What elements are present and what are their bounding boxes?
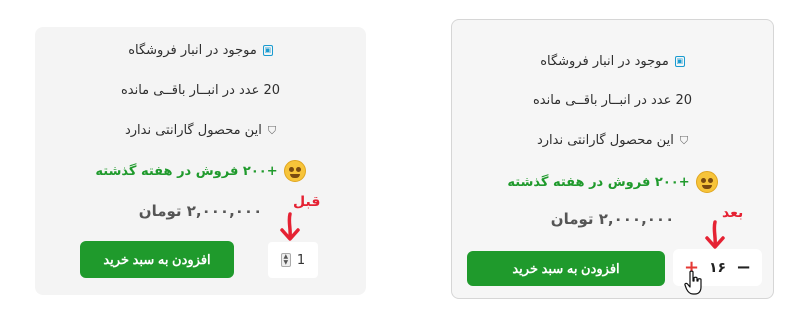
- comparison-stage: ▣ موجود در انبار فروشگاه 20 عدد در انبــ…: [0, 0, 800, 322]
- sales-row: +۲۰۰ فروش در هفته گذشته: [35, 160, 366, 182]
- shield-icon: ⛉: [679, 134, 689, 147]
- stock-label: موجود در انبار فروشگاه: [128, 43, 257, 58]
- sales-label: +۲۰۰ فروش در هفته گذشته: [95, 163, 278, 179]
- minus-button[interactable]: −: [736, 257, 751, 278]
- red-down-arrow-icon: [280, 212, 300, 241]
- remaining-row: 20 عدد در انبــار باقــی مانده: [35, 83, 366, 98]
- warranty-row: ⛉ این محصول گارانتی ندارد: [452, 133, 773, 148]
- stock-label: موجود در انبار فروشگاه: [540, 54, 669, 69]
- stock-status-row: ▣ موجود در انبار فروشگاه: [452, 54, 773, 69]
- shield-icon: ⛉: [267, 124, 277, 137]
- add-to-cart-button[interactable]: افزودن به سبد خرید: [467, 251, 665, 286]
- price-label: ۲,۰۰۰,۰۰۰ تومان: [138, 202, 263, 220]
- before-annotation: قبل: [293, 194, 321, 210]
- star-struck-emoji-icon: [283, 160, 306, 182]
- star-struck-emoji-icon: [695, 171, 718, 193]
- add-to-cart-button[interactable]: افزودن به سبد خرید: [80, 241, 234, 278]
- quantity-stepper-before[interactable]: ▲ ▼ 1: [268, 242, 318, 278]
- quantity-value: 1: [296, 252, 306, 268]
- quantity-value[interactable]: ۱۶: [709, 260, 726, 276]
- hand-pointer-icon: [684, 270, 702, 295]
- after-annotation: بعد: [722, 205, 744, 221]
- remaining-row: 20 عدد در انبــار باقــی مانده: [452, 93, 773, 108]
- stock-status-row: ▣ موجود در انبار فروشگاه: [35, 43, 366, 58]
- sales-label: +۲۰۰ فروش در هفته گذشته: [507, 174, 690, 190]
- price-label: ۲,۰۰۰,۰۰۰ تومان: [550, 210, 675, 228]
- warranty-label: این محصول گارانتی ندارد: [124, 123, 262, 138]
- red-down-arrow-icon: [705, 220, 725, 249]
- store-icon: ▣: [674, 56, 685, 67]
- store-icon: ▣: [262, 45, 273, 56]
- warranty-label: این محصول گارانتی ندارد: [536, 133, 674, 148]
- sales-row: +۲۰۰ فروش در هفته گذشته: [452, 171, 773, 193]
- remaining-label: 20 عدد در انبــار باقــی مانده: [120, 83, 281, 98]
- number-spinner-icon[interactable]: ▲ ▼: [280, 253, 291, 267]
- remaining-label: 20 عدد در انبــار باقــی مانده: [532, 93, 693, 108]
- warranty-row: ⛉ این محصول گارانتی ندارد: [35, 123, 366, 138]
